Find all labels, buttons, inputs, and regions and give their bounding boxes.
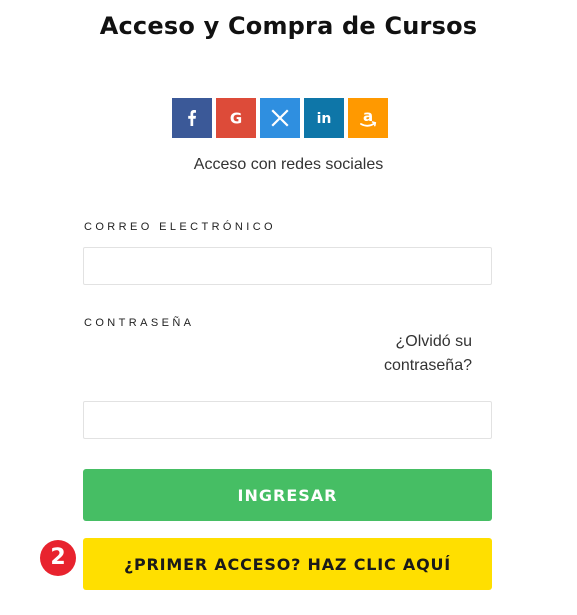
x-icon — [271, 109, 289, 127]
email-label: CORREO ELECTRÓNICO — [84, 221, 276, 233]
linkedin-icon: in — [317, 111, 332, 127]
social-login-row: G in a — [172, 98, 388, 138]
forgot-password-link[interactable]: ¿Olvidó su contraseña? — [340, 330, 472, 378]
svg-text:a: a — [363, 107, 373, 125]
step-number-badge: 2 — [40, 540, 76, 576]
social-login-caption: Acceso con redes sociales — [193, 156, 384, 173]
first-access-button[interactable]: ¿PRIMER ACCESO? HAZ CLIC AQUÍ — [83, 538, 492, 590]
amazon-icon: a — [360, 107, 377, 127]
forgot-password-line-2: contraseña? — [383, 357, 472, 374]
password-field[interactable] — [83, 401, 492, 439]
amazon-login-button[interactable]: a — [348, 98, 388, 138]
login-button[interactable]: INGRESAR — [83, 469, 492, 521]
email-field[interactable] — [83, 247, 492, 285]
facebook-login-button[interactable] — [172, 98, 212, 138]
facebook-icon — [188, 110, 196, 126]
svg-text:in: in — [317, 111, 332, 127]
linkedin-login-button[interactable]: in — [304, 98, 344, 138]
x-login-button[interactable] — [260, 98, 300, 138]
password-label: CONTRASEÑA — [84, 317, 195, 329]
google-login-button[interactable]: G — [216, 98, 256, 138]
google-icon: G — [230, 110, 242, 126]
svg-text:G: G — [230, 110, 242, 126]
forgot-password-line-1: ¿Olvidó su — [395, 333, 472, 350]
page-title: Acceso y Compra de Cursos — [99, 12, 478, 40]
